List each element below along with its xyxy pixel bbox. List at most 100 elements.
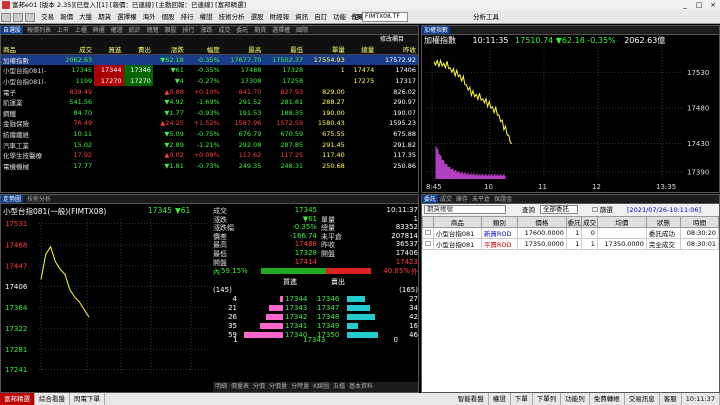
tab-emerging[interactable]: 興櫃 — [91, 26, 107, 34]
menu-item-ranking[interactable]: 排行 — [178, 10, 197, 23]
toolbar-icon[interactable] — [1, 12, 11, 22]
column-header[interactable]: 委託 — [565, 216, 583, 228]
status-right-item[interactable]: 下單 — [511, 393, 533, 405]
column-header[interactable]: 類別 — [480, 216, 518, 228]
status-right-item[interactable]: 客服 — [660, 393, 682, 405]
column-header[interactable]: 幅度 — [185, 44, 222, 55]
column-header[interactable]: 商品 — [1, 44, 58, 55]
quote-row[interactable]: 金融保險 76.49 ▲24.25 +1.52% 1587.96 1572.59 1580.… — [1, 118, 418, 129]
column-header[interactable]: 成交 — [581, 216, 598, 228]
column-header[interactable]: 狀態 — [645, 216, 682, 228]
status-right-item[interactable]: 下單列 — [533, 393, 562, 405]
order-row[interactable]: ☐ 小型台指081 新買ROD 17600.0000 1 0 委託成功 08:30:20 — [422, 227, 719, 239]
query-button[interactable]: 查詢 — [522, 204, 535, 216]
order-row[interactable]: ☐ 小型台指081 平賣ROD 17350.0000 1 1 17350.0000 完全成交 0… — [422, 238, 719, 250]
menu-item-options[interactable]: 選擇權 — [114, 10, 140, 23]
status-right-item[interactable]: 功能列 — [561, 393, 590, 405]
ask-price[interactable]: 17349 — [317, 322, 339, 330]
menu-item-futures[interactable]: 期貨 — [95, 10, 114, 23]
status-right-item[interactable]: 免費轉帳 — [590, 393, 625, 405]
close-button[interactable]: × — [706, 0, 720, 10]
tab-rank[interactable]: 排行 — [180, 26, 196, 34]
bid-price[interactable]: 17343 — [285, 304, 307, 312]
menu-item-news[interactable]: 財經報 — [267, 10, 293, 23]
tab-watchlist[interactable]: 自選股 — [1, 26, 24, 34]
minimize-button[interactable]: _ — [678, 0, 692, 10]
quote-row[interactable]: 小型台指081(- 17345 17344 17346 ▼61 -0.35% 17488 17… — [1, 65, 418, 76]
tab-quote-list[interactable]: 報價列表 — [25, 26, 53, 34]
analysis-tools-menu[interactable]: 分析工具 — [470, 10, 502, 23]
tab-index[interactable]: 加權指數 — [422, 26, 451, 34]
tab-updown[interactable]: 漲跌 — [198, 26, 214, 34]
code-input[interactable]: FIMTX08.TF — [362, 12, 408, 22]
order-tab[interactable]: 保證金 — [492, 195, 514, 203]
bid-price[interactable]: 17341 — [285, 322, 307, 330]
bid-price[interactable]: 17344 — [285, 295, 307, 303]
detail-bottom-tab[interactable]: 基本資料 — [347, 383, 375, 390]
quote-row[interactable]: 紡織纖維 10.11 ▼5.09 -0.75% 676.79 670.59 675.55 67… — [1, 129, 418, 140]
tab-otc[interactable]: 上櫃 — [73, 26, 89, 34]
column-header[interactable]: 單量 — [305, 44, 347, 55]
detail-bottom-tab[interactable]: 分價量 — [267, 383, 289, 390]
order-tab[interactable]: 庫存 — [454, 195, 470, 203]
ask-price[interactable]: 17347 — [317, 304, 339, 312]
detail-bottom-tab[interactable]: 分價 — [251, 383, 267, 390]
order-tab[interactable]: 委託 — [422, 195, 439, 203]
order-tab[interactable]: 未平倉 — [470, 195, 492, 203]
order-row-checkbox[interactable]: ☐ — [422, 227, 434, 239]
detail-bottom-tab[interactable]: 價量表 — [229, 383, 251, 390]
column-header[interactable]: 昨收 — [376, 44, 418, 55]
tab-order[interactable]: 委託 — [234, 26, 250, 34]
menu-item-technical[interactable]: 技術分析 — [216, 10, 248, 23]
status-tab-flash-order[interactable]: 閃電下單 — [70, 393, 105, 405]
column-header[interactable]: 價格 — [516, 216, 567, 228]
column-header[interactable]: 買進 — [94, 44, 124, 55]
filter-select[interactable]: 全部委託 — [540, 205, 578, 214]
tab-listed[interactable]: 上市 — [55, 26, 71, 34]
ask-price[interactable]: 17348 — [317, 313, 339, 321]
tab-sector[interactable]: 類股 — [163, 26, 179, 34]
status-tab-fubon[interactable]: 富邦精選 — [0, 393, 35, 405]
tab-overview[interactable]: 總覽 — [145, 26, 161, 34]
quote-row[interactable]: 化學生技醫療 17.92 ▲0.02 +0.08% 117.62 117.25 117.40… — [1, 150, 418, 161]
menu-item-market[interactable]: 大盤 — [76, 10, 95, 23]
tab-deal[interactable]: 成交 — [216, 26, 232, 34]
quote-row[interactable]: 小型台指081(- 1199 17270 17270 ▼4 -0.27% 17308 1725… — [1, 75, 418, 87]
column-header[interactable]: 時間 — [680, 216, 719, 228]
status-right-item[interactable]: 權證 — [489, 393, 511, 405]
index-line-chart[interactable]: 17530 17480 17430 17390 8:45 10 11 12 13:35 — [422, 47, 719, 192]
menu-item-overseas[interactable]: 海外 — [140, 10, 159, 23]
menu-item-trade[interactable]: 交易 — [38, 10, 57, 23]
menu-item-stock[interactable]: 個股 — [159, 10, 178, 23]
tab-stats[interactable]: 統計 — [127, 26, 143, 34]
toolbar-icon[interactable] — [13, 12, 23, 22]
tab-warrant[interactable]: 權證 — [109, 26, 125, 34]
column-header[interactable]: 商品 — [432, 216, 482, 228]
column-header[interactable]: 最高 — [221, 44, 264, 55]
menu-item-function[interactable]: 功能 — [330, 10, 349, 23]
column-header[interactable]: 成交 — [57, 44, 95, 55]
tab-trend[interactable]: 走勢圖 — [1, 195, 24, 203]
quote-row[interactable]: 鋼鐵 84.70 ▼1.77 -0.93% 191.53 188.35 190.00 190.… — [1, 107, 418, 118]
quote-row[interactable]: 航運業 541.56 ▼4.92 -1.69% 291.52 281.81 288.27 29… — [1, 97, 418, 108]
column-header[interactable]: 最低 — [263, 44, 306, 55]
maximize-button[interactable]: □ — [692, 0, 706, 10]
column-header[interactable]: 總量 — [346, 44, 377, 55]
menu-item-screener[interactable]: 選股 — [248, 10, 267, 23]
filter-checkbox[interactable]: ☐ 篩選 — [592, 204, 613, 216]
detail-bottom-tab[interactable]: 五檔 — [331, 383, 347, 390]
tab-technical[interactable]: 技術分析 — [25, 195, 53, 203]
tab-futures[interactable]: 期貨 — [252, 26, 268, 34]
menu-item-quote[interactable]: 報價 — [57, 10, 76, 23]
column-header[interactable]: 均價 — [596, 216, 647, 228]
menu-item-custom[interactable]: 自訂 — [311, 10, 330, 23]
tab-international[interactable]: 國際 — [294, 26, 310, 34]
detail-line-chart[interactable]: 17531 17488 17447 17406 17364 17322 17281 17241… — [1, 217, 210, 393]
quote-row[interactable]: 汽車工業 15.02 ▼2.89 -1.21% 292.08 287.85 291.45 29… — [1, 139, 418, 150]
order-row-checkbox[interactable]: ☐ — [422, 238, 434, 250]
order-tab[interactable]: 成交 — [438, 195, 454, 203]
quote-row[interactable]: 電機機械 17.77 ▼1.81 -0.73% 249.35 248.31 250.68 25… — [1, 160, 418, 171]
bid-price[interactable]: 17342 — [285, 313, 307, 321]
menu-item-info[interactable]: 資訊 — [292, 10, 311, 23]
status-right-item[interactable]: 10:11:37 — [682, 393, 720, 405]
